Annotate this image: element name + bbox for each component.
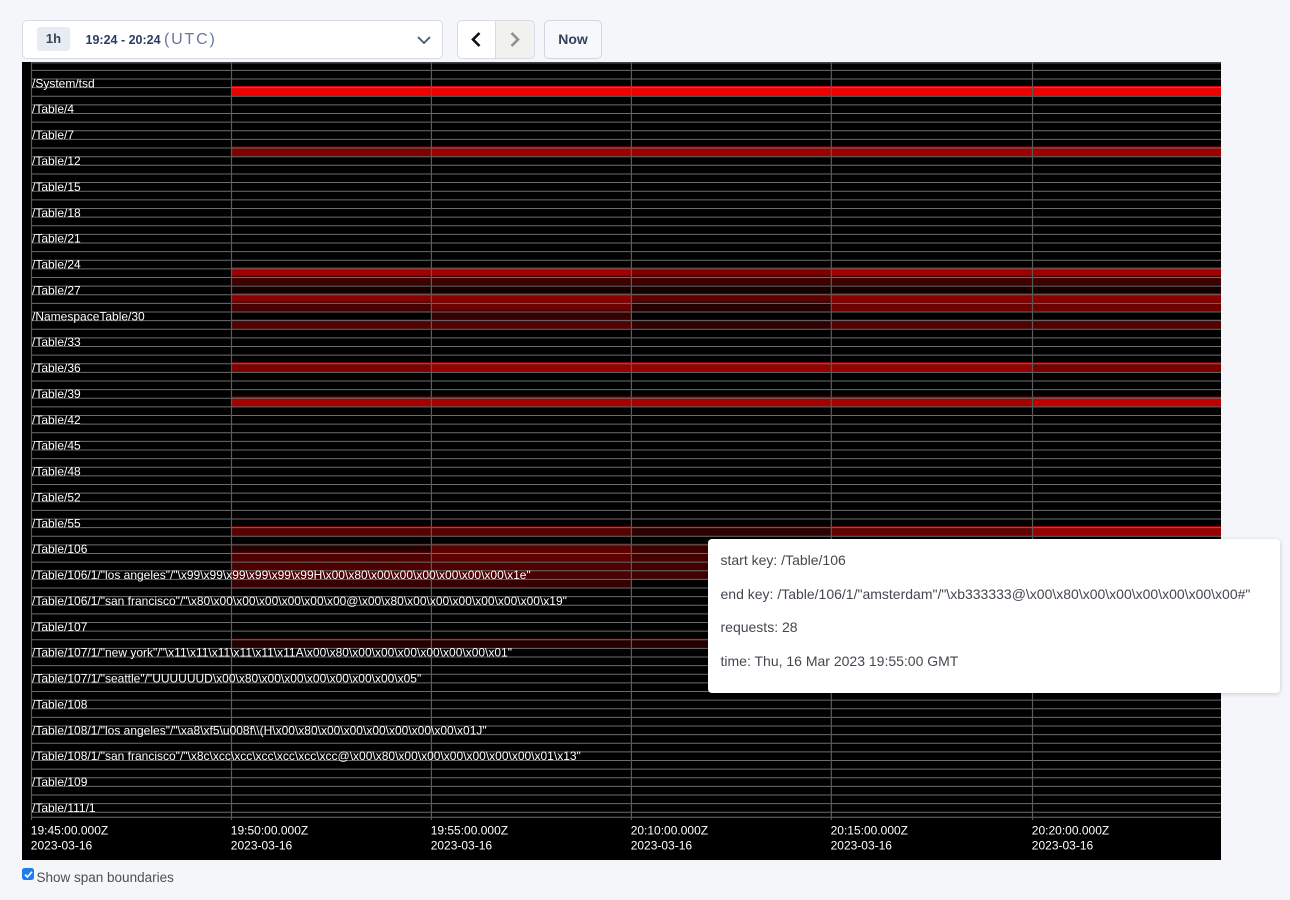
svg-text:20:20:00.000Z: 20:20:00.000Z [1032, 824, 1109, 838]
svg-text:19:50:00.000Z: 19:50:00.000Z [231, 824, 308, 838]
svg-text:/Table/52: /Table/52 [32, 490, 81, 504]
svg-text:/Table/7: /Table/7 [32, 128, 74, 142]
svg-text:/Table/108: /Table/108 [32, 697, 88, 711]
svg-text:/Table/45: /Table/45 [32, 439, 81, 453]
svg-text:/Table/107/1/"new york"/"\x11\: /Table/107/1/"new york"/"\x11\x11\x11\x1… [32, 646, 512, 660]
svg-text:20:10:00.000Z: 20:10:00.000Z [631, 824, 708, 838]
svg-text:/Table/42: /Table/42 [32, 413, 81, 427]
svg-text:/System/tsd: /System/tsd [32, 76, 95, 90]
svg-text:/Table/12: /Table/12 [32, 154, 81, 168]
svg-text:/NamespaceTable/30: /NamespaceTable/30 [32, 309, 145, 323]
svg-text:2023-03-16: 2023-03-16 [231, 839, 293, 853]
svg-text:/Table/106/1/"san francisco"/": /Table/106/1/"san francisco"/"\x80\x00\x… [32, 594, 567, 608]
svg-text:/Table/33: /Table/33 [32, 335, 81, 349]
svg-text:/Table/109: /Table/109 [32, 775, 88, 789]
svg-text:/Table/15: /Table/15 [32, 180, 81, 194]
svg-text:2023-03-16: 2023-03-16 [1032, 839, 1094, 853]
svg-text:/Table/39: /Table/39 [32, 387, 81, 401]
svg-text:/Table/106: /Table/106 [32, 542, 88, 556]
svg-text:2023-03-16: 2023-03-16 [31, 839, 93, 853]
svg-text:/Table/111/1: /Table/111/1 [32, 801, 96, 815]
svg-text:2023-03-16: 2023-03-16 [431, 839, 493, 853]
svg-text:/Table/24: /Table/24 [32, 258, 81, 272]
svg-text:19:55:00.000Z: 19:55:00.000Z [431, 824, 508, 838]
svg-text:/Table/27: /Table/27 [32, 283, 81, 297]
svg-text:/Table/106/1/"los angeles"/"\x: /Table/106/1/"los angeles"/"\x99\x99\x99… [32, 568, 531, 582]
svg-text:/Table/18: /Table/18 [32, 206, 81, 220]
svg-text:/Table/107/1/"seattle"/"UUUUUU: /Table/107/1/"seattle"/"UUUUUUD\x00\x80\… [32, 672, 421, 686]
svg-text:/Table/107: /Table/107 [32, 620, 88, 634]
svg-text:20:15:00.000Z: 20:15:00.000Z [831, 824, 908, 838]
svg-text:/Table/108/1/"los angeles"/"\x: /Table/108/1/"los angeles"/"\xa8\xf5\u00… [32, 723, 487, 737]
svg-text:19:45:00.000Z: 19:45:00.000Z [31, 824, 108, 838]
svg-text:/Table/4: /Table/4 [32, 102, 74, 116]
svg-text:/Table/48: /Table/48 [32, 465, 81, 479]
svg-text:2023-03-16: 2023-03-16 [831, 839, 893, 853]
svg-text:2023-03-16: 2023-03-16 [631, 839, 693, 853]
svg-text:/Table/55: /Table/55 [32, 516, 81, 530]
svg-text:/Table/21: /Table/21 [32, 232, 81, 246]
svg-text:/Table/108/1/"san francisco"/": /Table/108/1/"san francisco"/"\x8c\xcc\x… [32, 749, 581, 763]
svg-text:/Table/36: /Table/36 [32, 361, 81, 375]
